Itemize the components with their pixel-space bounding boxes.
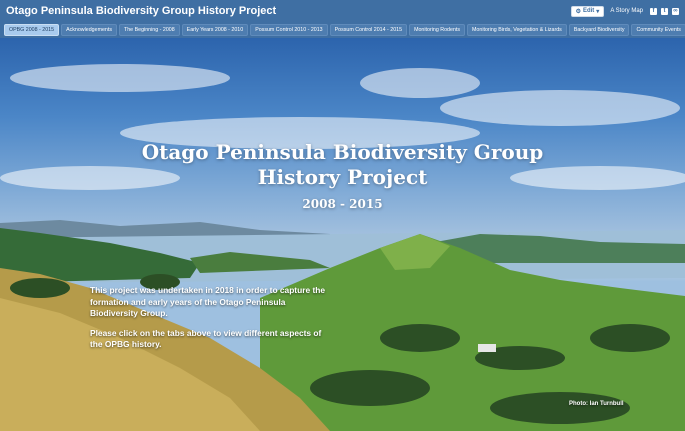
tab-monitoring-birds[interactable]: Monitoring Birds, Vegetation & Lizards: [467, 24, 567, 36]
tab-acknowledgements[interactable]: Acknowledgements: [61, 24, 117, 36]
intro-paragraph-1: This project was undertaken in 2018 in o…: [90, 285, 326, 318]
story-map-link[interactable]: A Story Map: [610, 8, 643, 14]
twitter-icon[interactable]: t: [661, 7, 668, 15]
gear-icon: ⚙: [575, 8, 581, 15]
tab-possum-control-2010-2013[interactable]: Possum Control 2010 - 2013: [250, 24, 328, 36]
intro-paragraph-2: Please click on the tabs above to view d…: [90, 327, 322, 350]
link-icon[interactable]: ∞: [672, 7, 679, 15]
tab-community-events[interactable]: Community Events: [631, 24, 685, 36]
hero-section: Otago Peninsula Biodiversity Group Histo…: [0, 38, 685, 431]
tab-early-years[interactable]: Early Years 2008 - 2010: [181, 24, 249, 36]
photo-credit: Photo: Ian Turnbull: [569, 401, 624, 407]
edit-label: Edit: [582, 8, 595, 14]
app-title: Otago Peninsula Biodiversity Group Histo…: [6, 5, 277, 17]
tab-bar: OPBG 2008 - 2015 Acknowledgements The Be…: [0, 22, 685, 38]
tab-possum-control-2014-2015[interactable]: Possum Control 2014 - 2015: [329, 24, 408, 36]
hero-subtitle: 2008 - 2015: [302, 197, 383, 211]
facebook-icon[interactable]: f: [650, 7, 657, 15]
tab-opbg-2008-2015[interactable]: OPBG 2008 - 2015: [4, 24, 60, 36]
header-actions: ⚙ Edit ▾ A Story Map f t ∞: [570, 5, 679, 17]
hero-title: Otago Peninsula Biodiversity Group Histo…: [0, 140, 685, 190]
tab-monitoring-rodents[interactable]: Monitoring Rodents: [409, 24, 466, 36]
hero-title-line1: Otago Peninsula Biodiversity Group: [141, 140, 544, 164]
app-header: Otago Peninsula Biodiversity Group Histo…: [0, 0, 685, 22]
landscape-photo: [0, 64, 685, 431]
tab-backyard-biodiversity[interactable]: Backyard Biodiversity: [568, 24, 630, 36]
tab-the-beginning[interactable]: The Beginning - 2008: [119, 24, 180, 36]
hero-title-line2: History Project: [257, 165, 428, 189]
edit-button[interactable]: ⚙ Edit ▾: [570, 5, 605, 17]
chevron-down-icon: ▾: [596, 8, 600, 15]
intro-text: This project was undertaken in 2018 in o…: [90, 285, 330, 351]
